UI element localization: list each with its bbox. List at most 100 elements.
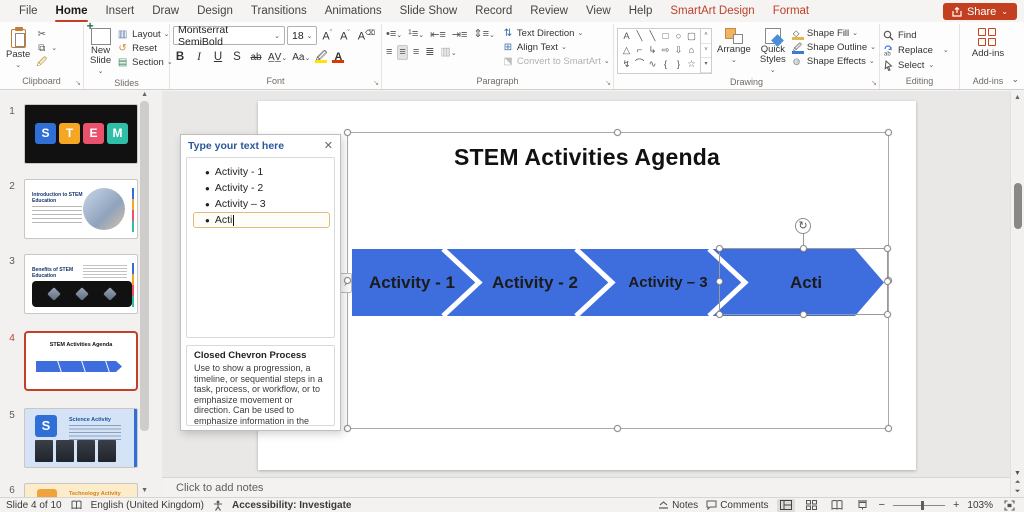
shape-effects-button[interactable]: ◍Shape Effects⌄ [792,56,876,68]
selected-shape-outline[interactable] [719,248,888,315]
shape-handle-mid-right[interactable] [884,278,891,285]
change-case-button[interactable]: Aa⌄ [292,52,310,63]
frame-handle-top-left[interactable] [344,129,351,136]
align-right-button[interactable]: ≡ [412,46,420,59]
thumb-scrollbar-thumb[interactable] [140,101,149,431]
layout-button[interactable]: ▥Layout⌄ [116,29,173,41]
shape-outline-button[interactable]: 🖉Shape Outline⌄ [792,42,876,54]
text-pane-item-1[interactable]: ●Activity - 1 [193,164,330,180]
shape-fill-button[interactable]: ◇Shape Fill⌄ [792,28,876,40]
paste-button[interactable]: Paste ⌄ [3,26,33,71]
tab-slide-show[interactable]: Slide Show [391,0,467,22]
notes-pane[interactable]: Click to add notes [162,477,1010,497]
increase-font-button[interactable]: Aˆ [319,26,335,45]
tab-transitions[interactable]: Transitions [242,0,316,22]
shapes-scroll-down[interactable]: ˅ [701,44,711,59]
slide-thumbnail-2[interactable]: Introduction to STEM Education [24,179,138,239]
frame-handle-bottom-mid[interactable] [614,425,621,432]
frame-handle-bottom-right[interactable] [885,425,892,432]
decrease-indent-button[interactable]: ⇤≡ [429,29,447,42]
tab-draw[interactable]: Draw [143,0,188,22]
scroll-down-icon[interactable]: ▼ [1014,470,1021,477]
shape-handle-mid-left[interactable] [716,278,723,285]
replace-button[interactable]: ab Replace⌄ [883,44,949,57]
paragraph-dialog-launcher[interactable]: ↘ [605,80,611,87]
zoom-in-button[interactable]: + [953,499,959,511]
thumb-scroll-up-icon[interactable]: ▲ [141,91,148,98]
shape-handle-bottom-right[interactable] [884,311,891,318]
zoom-out-button[interactable]: − [879,499,885,511]
shape-handle-bottom-left[interactable] [716,311,723,318]
drawing-dialog-launcher[interactable]: ↘ [871,80,877,87]
underline-button[interactable]: U [211,51,225,63]
addins-button[interactable]: Add-ins [969,26,1007,59]
increase-indent-button[interactable]: ⇥≡ [451,29,469,42]
font-name-combo[interactable]: Montserrat SemiBold⌄ [173,26,285,45]
font-color-button[interactable]: A [332,52,344,63]
tab-review[interactable]: Review [521,0,577,22]
slide-sorter-view-button[interactable] [803,499,820,512]
section-button[interactable]: ▤Section⌄ [116,57,173,69]
slideshow-view-button[interactable] [854,499,871,512]
collapse-ribbon-button[interactable]: ⌄ [1011,74,1019,85]
decrease-font-button[interactable]: Aˇ [337,26,353,45]
clear-formatting-button[interactable]: A⌫ [355,26,378,45]
tab-design[interactable]: Design [188,0,242,22]
frame-handle-top-mid[interactable] [614,129,621,136]
shape-handle-bottom-mid[interactable] [800,311,807,318]
thumbnail-row-6[interactable]: 6 Technology Activity [0,483,148,497]
frame-handle-bottom-left[interactable] [344,425,351,432]
tab-home[interactable]: Home [47,0,97,22]
format-painter-button[interactable]: 🖉 [35,57,57,69]
numbering-button[interactable]: ¹≡⌄ [407,28,425,42]
align-text-button[interactable]: ⊞Align Text⌄ [502,42,610,54]
bold-button[interactable]: B [173,51,187,63]
font-dialog-launcher[interactable]: ↘ [373,80,379,87]
slide-thumbnail-3[interactable]: Benefits of STEM Education [24,254,138,314]
reading-view-button[interactable] [828,499,846,512]
align-left-button[interactable]: ≡ [385,46,393,59]
tab-insert[interactable]: Insert [96,0,143,22]
slide-thumbnail-1[interactable]: S T E M [24,104,138,164]
highlight-color-button[interactable]: 🖉 [315,52,327,63]
copy-button[interactable]: ⧉⌄ [35,43,57,55]
text-pane-item-3[interactable]: ●Activity – 3 [193,196,330,212]
slide-thumbnail-6[interactable]: Technology Activity [24,483,138,497]
accessibility-status[interactable]: Accessibility: Investigate [232,500,352,511]
shapes-scroll-up[interactable]: ˄ [701,29,711,44]
find-button[interactable]: Find [883,29,949,42]
tab-format[interactable]: Format [764,0,818,22]
character-spacing-button[interactable]: A̲V̲⌄ [268,52,287,63]
font-size-combo[interactable]: 18⌄ [287,26,317,45]
new-slide-button[interactable]: New Slide ⌄ [87,26,114,77]
shapes-gallery[interactable]: A╲╲□○▢ △⌐↳⇨⇩⌂ ↯⌒∿{}☆ ˄ ˅ ▾ [617,28,712,74]
text-pane-item-2[interactable]: ●Activity - 2 [193,180,330,196]
align-center-button[interactable]: ≡ [397,45,407,60]
chevron-label-3[interactable]: Activity – 3 [608,249,728,316]
arrange-button[interactable]: Arrange⌄ [714,26,754,66]
fit-to-window-button[interactable] [1001,499,1018,512]
reset-button[interactable]: ↺Reset [116,43,173,55]
tab-smartart-design[interactable]: SmartArt Design [661,0,763,22]
slide-counter[interactable]: Slide 4 of 10 [6,500,62,511]
tab-view[interactable]: View [577,0,620,22]
tab-help[interactable]: Help [620,0,662,22]
zoom-slider[interactable] [893,505,945,506]
line-spacing-button[interactable]: ⇕≡⌄ [472,28,496,42]
chevron-label-2[interactable]: Activity - 2 [475,249,595,316]
previous-slide-button[interactable]: ⏶ [1015,479,1021,486]
shape-handle-top-left[interactable] [716,245,723,252]
text-direction-button[interactable]: ⇅Text Direction⌄ [502,28,610,40]
rotate-handle-icon[interactable]: ↻ [795,218,811,234]
chevron-label-1[interactable]: Activity - 1 [352,249,472,316]
language-label[interactable]: English (United Kingdom) [91,500,204,511]
convert-to-smartart-button[interactable]: ⬔Convert to SmartArt⌄ [502,56,610,68]
close-icon[interactable]: ✕ [324,139,333,152]
tab-record[interactable]: Record [466,0,521,22]
zoom-level[interactable]: 103% [967,500,993,511]
text-shadow-button[interactable]: S [230,51,244,63]
next-slide-button[interactable]: ⏷ [1015,488,1021,495]
comments-button[interactable]: Comments [706,500,768,511]
thumbnail-row-2[interactable]: 2 Introduction to STEM Education [0,179,148,239]
thumb-scroll-down-icon[interactable]: ▼ [141,487,148,494]
